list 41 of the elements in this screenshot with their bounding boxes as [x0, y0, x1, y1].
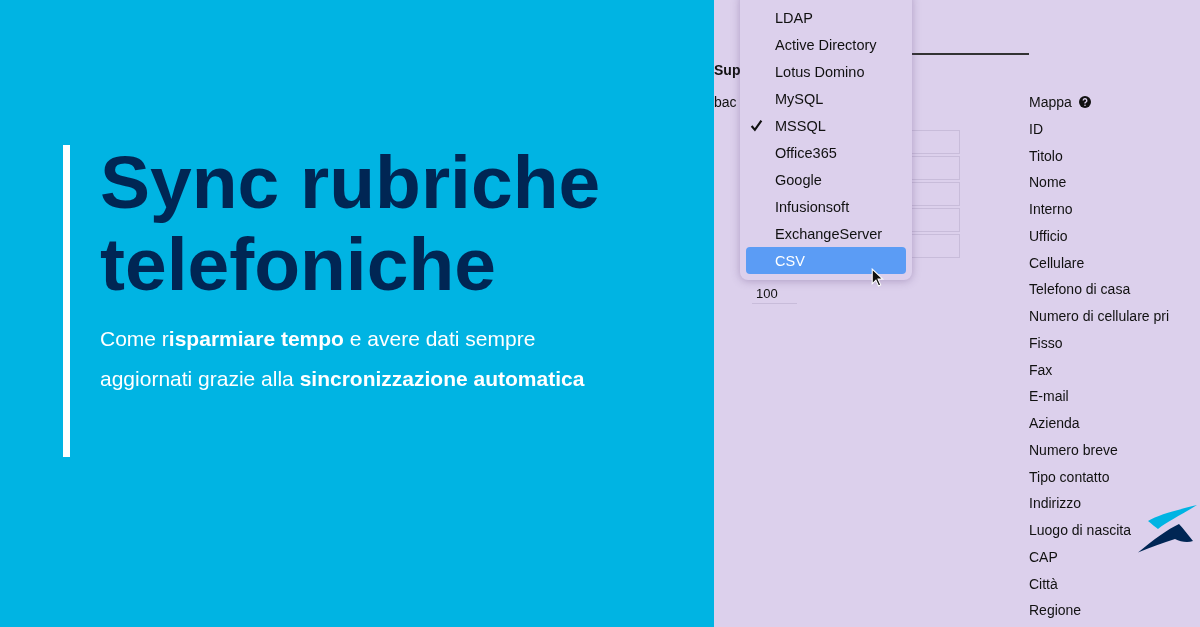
- mapping-field: Città: [1029, 573, 1058, 601]
- cursor-icon: [871, 268, 884, 287]
- limit-field[interactable]: 100: [752, 284, 797, 304]
- mapping-header: Mappa: [1029, 93, 1072, 110]
- menu-item[interactable]: Infusionsoft: [746, 193, 906, 220]
- menu-item[interactable]: ExchangeServer: [746, 220, 906, 247]
- mapping-field: Ufficio: [1029, 225, 1068, 253]
- mapping-field: CAP: [1029, 546, 1058, 574]
- mapping-field: Fax: [1029, 359, 1053, 387]
- mapping-field: Luogo di nascita: [1029, 520, 1131, 547]
- subtitle: Come risparmiare tempo e avere dati sempre aggiornati grazie alla sincronizzazione automatica: [100, 326, 586, 392]
- mapping-field: Numero di cellulare pri: [1029, 306, 1170, 333]
- input-field[interactable]: [910, 182, 960, 206]
- mapping-field: Interno: [1029, 199, 1073, 226]
- mapping-field: Regione: [1029, 600, 1082, 627]
- mapping-field: Titolo: [1029, 145, 1063, 173]
- mapping-field: Cellulare: [1029, 252, 1085, 280]
- menu-item[interactable]: LDAP: [746, 4, 906, 31]
- menu-item[interactable]: MySQL: [746, 85, 906, 112]
- headline: Sync rubriche telefoniche: [100, 141, 602, 305]
- mapping-field: Telefono di casa: [1029, 279, 1131, 307]
- menu-item[interactable]: Google: [746, 166, 906, 193]
- mapping-field: Fisso: [1029, 332, 1063, 360]
- mapping-field: Tipo contatto: [1029, 466, 1110, 494]
- input-field[interactable]: [910, 208, 960, 232]
- help-icon[interactable]: [1078, 95, 1091, 108]
- menu-item[interactable]: MSSQL: [746, 112, 906, 139]
- menu-item[interactable]: Office365: [746, 139, 906, 166]
- input-field[interactable]: [910, 234, 960, 258]
- field-label: bac: [714, 94, 737, 110]
- mapping-field: Nome: [1029, 172, 1067, 200]
- tab-label[interactable]: Sup: [714, 62, 741, 78]
- mapping-field: Azienda: [1029, 413, 1080, 440]
- mapping-field: E-mail: [1029, 386, 1069, 414]
- menu-item[interactable]: Lotus Domino: [746, 58, 906, 85]
- menu-item[interactable]: Active Directory: [746, 31, 906, 58]
- input-field[interactable]: [910, 130, 960, 154]
- mapping-field: Indirizzo: [1029, 493, 1082, 521]
- mapping-field: Numero breve: [1029, 439, 1118, 467]
- input-field[interactable]: [910, 156, 960, 180]
- mapping-field: ID: [1029, 118, 1043, 146]
